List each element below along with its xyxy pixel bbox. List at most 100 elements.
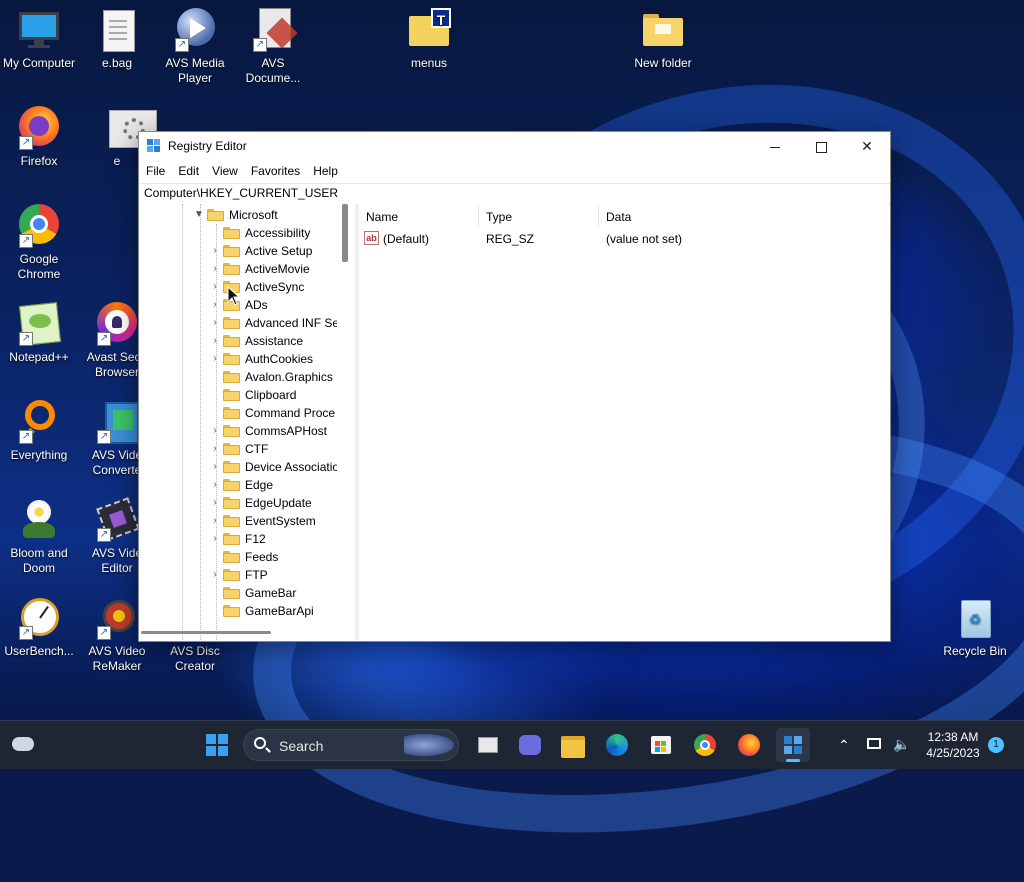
menu-view[interactable]: View — [205, 161, 244, 178]
tree-item[interactable]: › EdgeUpdate — [139, 494, 339, 512]
tree-item[interactable]: Clipboard — [139, 386, 339, 404]
chevron-right-icon[interactable]: › — [210, 476, 220, 494]
title-bar[interactable]: Registry Editor ✕ — [139, 132, 890, 161]
menu-file[interactable]: File — [139, 161, 171, 178]
film-strip-icon: ↗ — [95, 497, 140, 542]
chevron-right-icon[interactable]: › — [210, 242, 220, 260]
tree-item[interactable]: Feeds — [139, 548, 339, 566]
chrome-taskbar-button[interactable] — [688, 728, 722, 762]
teams-chat-button[interactable] — [513, 728, 547, 762]
tree-item[interactable]: › AuthCookies — [139, 350, 339, 368]
minimize-button[interactable] — [752, 132, 798, 161]
desktop-icon-bloom-and-doom[interactable]: Bloom and Doom — [0, 498, 78, 576]
network-button[interactable] — [862, 728, 888, 762]
volume-button[interactable]: 🔈 — [888, 728, 914, 762]
column-header-name[interactable]: Name — [359, 206, 479, 228]
folder-icon — [223, 407, 240, 419]
microsoft-store-button[interactable] — [644, 728, 678, 762]
chevron-right-icon[interactable]: › — [210, 512, 220, 530]
desktop-icon-everything[interactable]: ↗ Everything — [0, 400, 78, 463]
notification-count: 1 — [993, 739, 999, 750]
chevron-right-icon[interactable]: › — [210, 494, 220, 512]
tree-item[interactable]: › CTF — [139, 440, 339, 458]
tree-item[interactable]: GameBarApi — [139, 602, 339, 620]
chevron-right-icon[interactable]: › — [210, 296, 220, 314]
firefox-taskbar-button[interactable] — [732, 728, 766, 762]
tree-item-label: FTP — [245, 568, 268, 582]
registry-editor-icon — [784, 736, 802, 754]
chevron-right-icon[interactable]: › — [210, 422, 220, 440]
clock-button[interactable]: 12:38 AM 4/25/2023 — [920, 728, 986, 762]
weather-widget[interactable] — [6, 728, 40, 762]
chevron-right-icon[interactable]: › — [210, 350, 220, 368]
tree-item-label: ActiveMovie — [245, 262, 310, 276]
registry-tree-pane[interactable]: ▼ Microsoft Accessibility › Active Setup › Act… — [139, 204, 356, 640]
tree-item[interactable]: › Assistance — [139, 332, 339, 350]
tree-item[interactable]: › Advanced INF Set — [139, 314, 339, 332]
chevron-right-icon[interactable]: › — [210, 566, 220, 584]
clock-time: 12:38 AM — [927, 730, 979, 744]
taskbar-search-box[interactable]: Search — [243, 729, 459, 761]
tree-item[interactable]: › CommsAPHost — [139, 422, 339, 440]
desktop-icon-google-chrome[interactable]: ↗ Google Chrome — [0, 204, 78, 282]
desktop-icon-avs-document[interactable]: ↗ AVS Docume... — [234, 8, 312, 86]
tree-item[interactable]: › Device Associatio — [139, 458, 339, 476]
values-list-pane[interactable]: Name Type Data ab (Default) REG_SZ (valu… — [359, 204, 889, 640]
desktop-icon-firefox[interactable]: ↗ Firefox — [0, 106, 78, 169]
file-explorer-button[interactable] — [556, 728, 590, 762]
tree-item[interactable]: GameBar — [139, 584, 339, 602]
tree-horizontal-scrollbar[interactable] — [141, 631, 271, 634]
edge-button[interactable] — [600, 728, 634, 762]
chevron-right-icon[interactable]: › — [210, 260, 220, 278]
store-bag-icon — [651, 736, 671, 754]
desktop-icon-userbenchmark[interactable]: ↗ UserBench... — [0, 596, 78, 659]
desktop-icon-e-bag[interactable]: e.bag — [78, 8, 156, 71]
column-header-data[interactable]: Data — [599, 206, 889, 228]
tree-item[interactable]: › Active Setup — [139, 242, 339, 260]
address-input[interactable] — [139, 184, 884, 202]
registry-editor-taskbar-button[interactable] — [776, 728, 810, 762]
chevron-right-icon[interactable]: › — [210, 314, 220, 332]
task-view-button[interactable] — [470, 728, 504, 762]
tree-item[interactable]: Command Proce — [139, 404, 339, 422]
chevron-right-icon[interactable]: › — [210, 440, 220, 458]
start-button[interactable] — [200, 728, 234, 762]
menu-favorites[interactable]: Favorites — [244, 161, 306, 178]
column-header-type[interactable]: Type — [479, 206, 599, 228]
tree-item[interactable]: › ActiveMovie — [139, 260, 339, 278]
chevron-right-icon[interactable]: › — [210, 332, 220, 350]
tree-item[interactable]: › F12 — [139, 530, 339, 548]
chevron-right-icon[interactable]: › — [210, 278, 220, 296]
desktop-icon-menus[interactable]: T menus — [390, 8, 468, 71]
desktop-icon-label: Bloom and Doom — [10, 546, 68, 575]
tree-item-label: ADs — [245, 298, 268, 312]
registry-editor-window[interactable]: Registry Editor ✕ File Edit View Favorites H… — [138, 131, 891, 642]
chevron-right-icon[interactable]: › — [210, 458, 220, 476]
desktop-icon-new-folder[interactable]: New folder — [624, 8, 702, 71]
tree-item-microsoft[interactable]: ▼ Microsoft — [139, 206, 339, 224]
show-hidden-icons-button[interactable]: ⌃ — [832, 728, 856, 762]
chevron-down-icon[interactable]: ▼ — [194, 206, 204, 224]
desktop-icon-recycle-bin[interactable]: ♻ Recycle Bin — [936, 596, 1014, 659]
value-type: REG_SZ — [486, 232, 535, 246]
tree-item[interactable]: › EventSystem — [139, 512, 339, 530]
tree-item[interactable]: Accessibility — [139, 224, 339, 242]
desktop-icon-label: Everything — [10, 448, 68, 462]
close-icon: ✕ — [861, 138, 873, 154]
folder-icon — [223, 425, 240, 437]
menu-help[interactable]: Help — [306, 161, 344, 178]
desktop-icon-avs-media-player[interactable]: ↗ AVS Media Player — [156, 8, 234, 86]
desktop-icon-my-computer[interactable]: My Computer — [0, 8, 78, 71]
tree-item[interactable]: › Edge — [139, 476, 339, 494]
menu-edit[interactable]: Edit — [171, 161, 205, 178]
close-button[interactable]: ✕ — [844, 132, 890, 161]
tree-item[interactable]: › FTP — [139, 566, 339, 584]
maximize-button[interactable] — [798, 132, 844, 161]
notification-badge[interactable]: 1 — [988, 737, 1004, 753]
tree-item[interactable]: Avalon.Graphics — [139, 368, 339, 386]
tree-vertical-scrollbar[interactable] — [342, 204, 348, 262]
desktop-icon-notepad-plus-plus[interactable]: ↗ Notepad++ — [0, 302, 78, 365]
chevron-right-icon[interactable]: › — [210, 530, 220, 548]
video-chat-icon — [519, 735, 541, 755]
folder-icon — [223, 389, 240, 401]
